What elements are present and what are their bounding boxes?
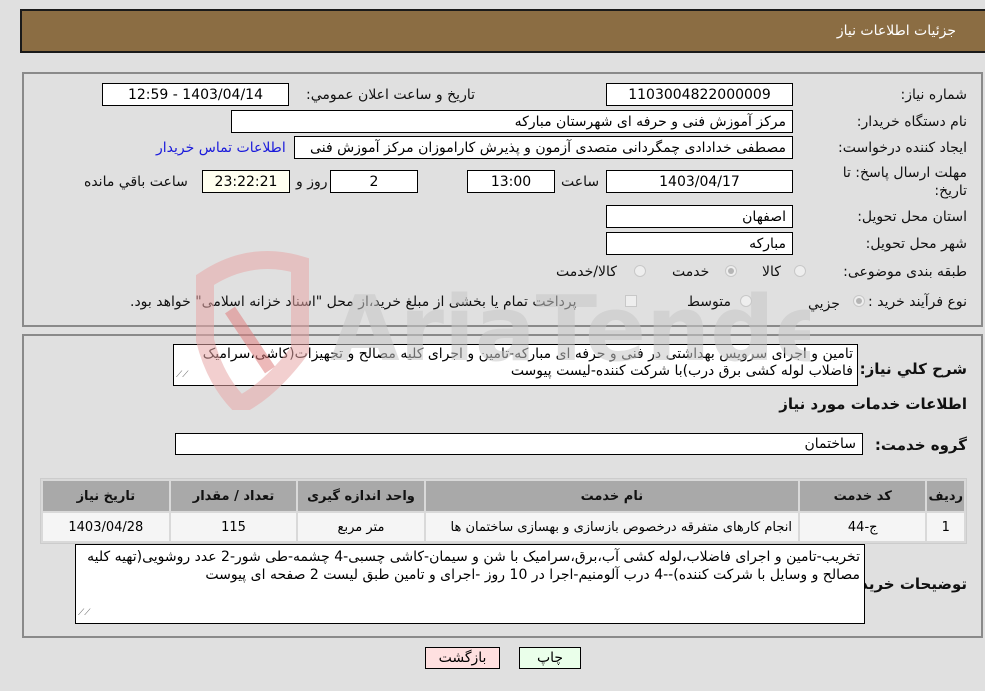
cell-need-date: 1403/04/28 (43, 513, 169, 541)
col-service-name: نام خدمت (425, 481, 798, 511)
cell-unit: متر مربع (298, 513, 424, 541)
cell-service-name: انجام کارهای متفرقه درخصوص بازسازی و بهس… (425, 513, 798, 541)
remaining-time-label: ساعت باقي مانده (84, 174, 188, 190)
cell-service-code: ج-44 (799, 513, 926, 541)
purchase-radio-minor[interactable] (853, 295, 865, 307)
need-number-label: شماره نیاز: (900, 87, 968, 103)
page-header: جزئیات اطلاعات نیاز (20, 9, 985, 53)
buyer-notes-text: تخریب-تامین و اجرای فاضلاب،لوله کشی آب،ب… (87, 549, 860, 583)
print-button[interactable]: چاپ (519, 647, 581, 669)
category-radio-service[interactable] (725, 265, 737, 277)
cell-quantity: 115 (170, 513, 297, 541)
purchase-radio-medium[interactable] (740, 295, 752, 307)
category-option-service: خدمت (672, 264, 710, 280)
table-header-row: رديف کد خدمت نام خدمت واحد اندازه گیری ت… (43, 481, 964, 511)
service-group-field: ساختمان (175, 433, 863, 455)
category-option-goods-service: کالا/خدمت (556, 264, 617, 280)
announce-datetime-label: تاریخ و ساعت اعلان عمومي: (306, 87, 475, 103)
requester-label: ایجاد کننده درخواست: (838, 140, 967, 156)
buyer-org-label: نام دستگاه خريدار: (856, 114, 967, 130)
purchase-option-medium: متوسط (687, 294, 731, 310)
col-service-code: کد خدمت (799, 481, 926, 511)
treasury-checkbox[interactable] (625, 295, 637, 307)
province-label: استان محل تحویل: (857, 209, 967, 225)
requester-field: مصطفی خدادادی چمگردانی متصدی آزمون و پذی… (294, 136, 793, 159)
description-textarea[interactable]: تامین و اجرای سرویس بهداشتی در فنی و حرف… (173, 344, 858, 386)
province-field: اصفهان (606, 205, 793, 228)
resize-handle-icon[interactable]: ⟋⟋ (176, 367, 189, 384)
buyer-org-field: مرکز آموزش فنی و حرفه ای شهرستان مبارکه (231, 110, 793, 133)
remaining-days-field: 2 (330, 170, 418, 193)
col-unit: واحد اندازه گیری (298, 481, 424, 511)
need-number-field: 1103004822000009 (606, 83, 793, 106)
city-label: شهر محل تحویل: (865, 236, 967, 252)
deadline-time-field: 13:00 (467, 170, 555, 193)
category-radio-goods[interactable] (794, 265, 806, 277)
city-field: مبارکه (606, 232, 793, 255)
page-title: جزئیات اطلاعات نیاز (836, 23, 956, 39)
service-group-label: گروه خدمت: (874, 436, 967, 454)
purchase-type-label: نوع فرآیند خرید : (868, 294, 967, 310)
col-row-number: رديف (927, 481, 964, 511)
category-option-goods: کالا (762, 264, 781, 280)
services-table: رديف کد خدمت نام خدمت واحد اندازه گیری ت… (40, 478, 967, 544)
description-label: شرح کلي نیاز: (859, 360, 967, 378)
deadline-time-label: ساعت (561, 174, 600, 190)
category-radio-goods-service[interactable] (634, 265, 646, 277)
buyer-contact-link[interactable]: اطلاعات تماس خريدار (156, 140, 286, 156)
remaining-time-field: 23:22:21 (202, 170, 290, 193)
announce-datetime-field: 1403/04/14 - 12:59 (102, 83, 289, 106)
days-label: روز و (296, 174, 328, 190)
table-row: 1 ج-44 انجام کارهای متفرقه درخصوص بازساز… (43, 513, 964, 541)
description-text: تامین و اجرای سرویس بهداشتی در فنی و حرف… (202, 346, 853, 379)
treasury-checkbox-label: پرداخت تمام یا بخشی از مبلغ خرید،از محل … (130, 294, 577, 310)
col-quantity: تعداد / مقدار (170, 481, 297, 511)
category-label: طبقه بندی موضوعی: (843, 264, 967, 280)
services-section-title: اطلاعات خدمات مورد نیاز (779, 395, 967, 413)
deadline-date-field: 1403/04/17 (606, 170, 793, 193)
buyer-notes-textarea[interactable]: تخریب-تامین و اجرای فاضلاب،لوله کشی آب،ب… (75, 544, 865, 624)
purchase-option-minor: جزيي (808, 296, 840, 312)
resize-handle-icon[interactable]: ⟋⟋ (78, 604, 91, 622)
cell-row-number: 1 (927, 513, 964, 541)
back-button[interactable]: بازگشت (425, 647, 500, 669)
deadline-label: مهلت ارسال پاسخ: تا تاریخ: (842, 165, 967, 199)
col-need-date: تاریخ نیاز (43, 481, 169, 511)
